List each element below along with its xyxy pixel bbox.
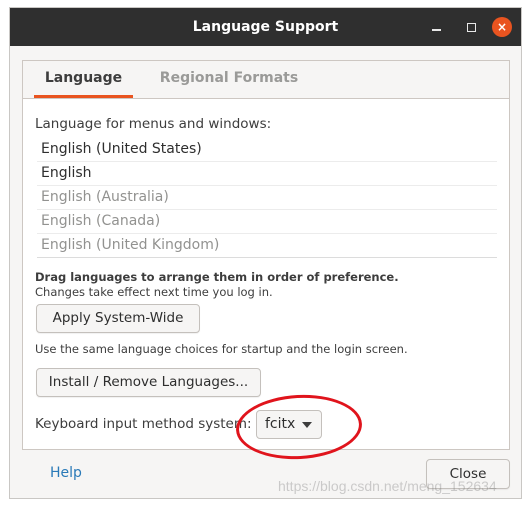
title-bar[interactable]: Language Support × <box>10 8 521 46</box>
minimize-button[interactable] <box>427 18 445 36</box>
language-list: English (United States) English English … <box>37 138 497 258</box>
screenshot-page: Language Support × Language Regional For… <box>0 0 532 510</box>
drag-hint-bold: Drag languages to arrange them in order … <box>35 270 399 284</box>
language-list-heading: Language for menus and windows: <box>35 116 272 132</box>
maximize-button[interactable] <box>462 18 480 36</box>
language-item[interactable]: English (United States) <box>37 138 497 161</box>
tab-regional-formats[interactable]: Regional Formats <box>159 61 299 98</box>
language-item[interactable]: English (Australia) <box>37 185 497 209</box>
help-link[interactable]: Help <box>50 465 82 481</box>
language-support-window: Language Support × Language Regional For… <box>9 7 522 499</box>
minimize-icon <box>431 28 441 31</box>
same-choices-note: Use the same language choices for startu… <box>35 342 408 356</box>
apply-system-wide-button[interactable]: Apply System-Wide <box>36 304 200 333</box>
language-item[interactable]: English (Canada) <box>37 209 497 233</box>
tab-bar: Language Regional Formats <box>23 61 509 99</box>
drag-hint-note: Changes take effect next time you log in… <box>35 285 273 299</box>
tab-language[interactable]: Language <box>34 61 133 98</box>
watermark-text: https://blog.csdn.net/meng_152634 <box>278 478 497 494</box>
keyboard-input-method-label: Keyboard input method system: <box>35 416 252 432</box>
maximize-icon <box>466 22 476 32</box>
language-item[interactable]: English <box>37 161 497 185</box>
close-window-button[interactable]: × <box>492 17 512 37</box>
close-icon: × <box>496 20 508 34</box>
language-item[interactable]: English (United Kingdom) <box>37 233 497 257</box>
drag-hint: Drag languages to arrange them in order … <box>35 270 399 300</box>
install-remove-languages-button[interactable]: Install / Remove Languages... <box>36 368 261 397</box>
